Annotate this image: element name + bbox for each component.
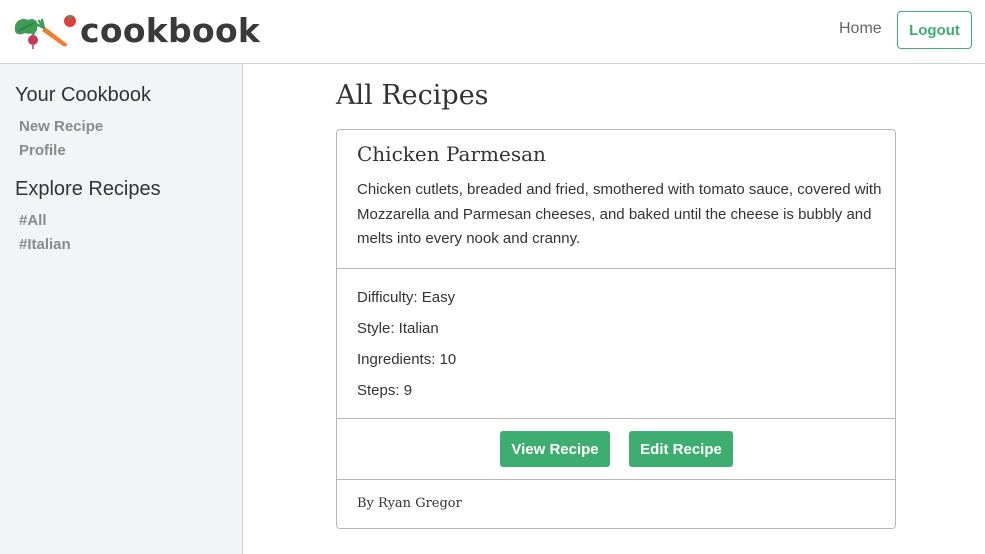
recipe-description: Chicken cutlets, breaded and fried, smot… [357, 181, 882, 247]
edit-recipe-button[interactable]: Edit Recipe [629, 431, 733, 467]
recipe-actions: View Recipe Edit Recipe [337, 419, 895, 480]
recipe-title: Chicken Parmesan [357, 142, 546, 166]
view-recipe-button[interactable]: View Recipe [500, 431, 610, 467]
recipe-author: By Ryan Gregor [357, 496, 462, 511]
recipe-steps-count: Steps: 9 [357, 382, 413, 399]
logo[interactable]: cookbook [12, 11, 260, 51]
brand-name: cookbook [80, 11, 261, 50]
sidebar-item-new-recipe[interactable]: New Recipe [19, 118, 103, 135]
recipe-difficulty: Difficulty: Easy [357, 289, 456, 306]
recipe-summary: Chicken Parmesan Chicken cutlets, breade… [337, 130, 895, 269]
sidebar-item-all[interactable]: #All [19, 212, 47, 229]
vegetable-icons [12, 11, 82, 51]
recipe-footer: By Ryan Gregor [337, 480, 895, 528]
sidebar-item-italian[interactable]: #Italian [19, 236, 71, 253]
sidebar: Your Cookbook New Recipe Profile Explore… [0, 64, 243, 554]
top-navbar: cookbook Home Logout [0, 0, 985, 64]
sidebar-heading-your-cookbook: Your Cookbook [15, 84, 152, 106]
home-link[interactable]: Home [839, 20, 882, 38]
recipe-ingredients-count: Ingredients: 10 [357, 351, 457, 368]
recipe-details: Difficulty: Easy Style: Italian Ingredie… [337, 269, 895, 419]
sidebar-item-profile[interactable]: Profile [19, 142, 66, 159]
sidebar-heading-explore-recipes: Explore Recipes [15, 178, 161, 200]
recipe-card: Chicken Parmesan Chicken cutlets, breade… [336, 129, 896, 529]
recipe-style: Style: Italian [357, 320, 439, 337]
carrot-icon [36, 18, 68, 47]
tomato-icon [64, 15, 76, 27]
logout-button[interactable]: Logout [897, 11, 972, 49]
page-title: All Recipes [336, 80, 489, 111]
